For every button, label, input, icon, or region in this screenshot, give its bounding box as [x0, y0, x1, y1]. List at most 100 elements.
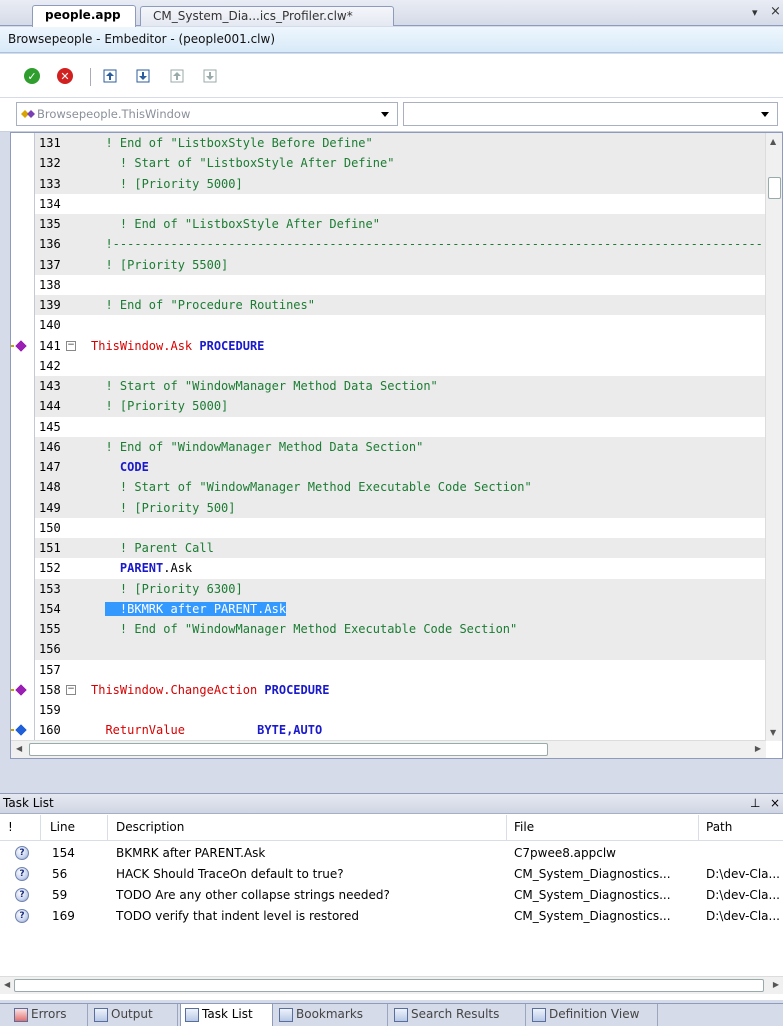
scroll-left-icon[interactable]: ◀ [16, 744, 22, 753]
code-text: ! [Priority 500] [91, 498, 766, 518]
task-row[interactable]: ? 56 HACK Should TraceOn default to true? C… [0, 864, 783, 885]
column-priority[interactable]: ! [8, 820, 13, 834]
scroll-down-icon[interactable]: ▼ [770, 728, 776, 737]
column-description[interactable]: Description [116, 820, 184, 834]
code-line[interactable]: 135 ! End of "ListboxStyle After Define" [11, 214, 766, 235]
code-line[interactable]: 136 !-----------------------------------… [11, 234, 766, 255]
scroll-right-icon[interactable]: ▶ [755, 744, 761, 753]
embed-point-marker-icon[interactable] [11, 683, 29, 697]
tab-output[interactable]: Output [90, 1004, 178, 1026]
task-line: 154 [52, 846, 75, 860]
filled-embed-marker-icon[interactable] [11, 723, 29, 737]
tab-profiler-clw[interactable]: CM_System_Dia...ics_Profiler.clw* [140, 6, 394, 26]
code-line[interactable]: 153 ! [Priority 6300] [11, 578, 766, 599]
panel-title-text: Task List [3, 796, 54, 810]
code-line[interactable]: 143 ! Start of "WindowManager Method Dat… [11, 376, 766, 397]
collapse-toggle-icon[interactable]: − [66, 684, 76, 695]
code-line[interactable]: 132 ! Start of "ListboxStyle After Defin… [11, 153, 766, 174]
task-description: HACK Should TraceOn default to true? [116, 867, 344, 881]
code-line[interactable]: 141− ThisWindow.Ask PROCEDURE [11, 336, 766, 356]
code-line[interactable]: 150 [11, 518, 766, 538]
code-line[interactable]: 145 [11, 417, 766, 437]
task-path: D:\dev-Cla... [706, 888, 780, 902]
next-embed-icon[interactable] [133, 66, 153, 86]
code-line[interactable]: 152 PARENT.Ask [11, 558, 766, 578]
code-text: ! [Priority 5000] [91, 174, 766, 194]
object-combo-value: Browsepeople.ThisWindow [37, 107, 191, 121]
code-token: ! End of "ListboxStyle Before Define" [91, 136, 373, 150]
code-line[interactable]: 131 ! End of "ListboxStyle Before Define… [11, 133, 766, 154]
task-line: 56 [52, 867, 68, 881]
task-list-icon [185, 1008, 199, 1022]
previous-filled-embed-icon[interactable] [167, 66, 187, 86]
code-line[interactable]: 160 ReturnValue BYTE,AUTO [11, 720, 766, 740]
ide-window: people.app CM_System_Dia...ics_Profiler.… [0, 0, 783, 1026]
code-line[interactable]: 140 [11, 315, 766, 335]
code-line[interactable]: 133 ! [Priority 5000] [11, 173, 766, 194]
column-path[interactable]: Path [706, 820, 732, 834]
errors-icon [14, 1008, 28, 1022]
code-editor[interactable]: 131 ! End of "ListboxStyle Before Define… [10, 132, 783, 759]
member-combo[interactable] [403, 102, 778, 126]
editor-vertical-scrollbar[interactable]: ▲ ▼ [765, 133, 782, 741]
task-horizontal-scroll-thumb[interactable] [14, 979, 764, 992]
tab-errors[interactable]: Errors [10, 1004, 88, 1026]
code-line[interactable]: 134 [11, 194, 766, 214]
embed-point-marker-icon[interactable] [11, 339, 29, 353]
code-line[interactable]: 147 CODE [11, 457, 766, 478]
previous-embed-icon[interactable] [100, 66, 120, 86]
code-line[interactable]: 151 ! Parent Call [11, 538, 766, 559]
tab-people-app[interactable]: people.app [32, 5, 136, 27]
code-text: CODE [91, 457, 766, 477]
collapse-toggle-icon[interactable]: − [66, 340, 76, 351]
code-line[interactable]: 139 ! End of "Procedure Routines" [11, 295, 766, 316]
code-line[interactable]: 159 [11, 700, 766, 720]
editor-horizontal-scrollbar[interactable]: ◀ ▶ [11, 740, 766, 758]
code-token: ! Start of "WindowManager Method Data Se… [91, 379, 438, 393]
tab-definition-view[interactable]: Definition View [528, 1004, 658, 1026]
tab-list-dropdown-icon[interactable]: ▾ [752, 6, 758, 19]
close-panel-icon[interactable]: × [770, 796, 780, 810]
task-row[interactable]: ? 59 TODO Are any other collapse strings n… [0, 885, 783, 906]
code-line[interactable]: 148 ! Start of "WindowManager Method Exe… [11, 477, 766, 498]
chevron-down-icon[interactable] [381, 112, 389, 117]
column-file[interactable]: File [514, 820, 534, 834]
scroll-right-icon[interactable]: ▶ [773, 980, 779, 989]
object-combo[interactable]: Browsepeople.ThisWindow [16, 102, 398, 126]
code-line[interactable]: 154 !BKMRK after PARENT.Ask [11, 598, 766, 619]
code-token: BYTE,AUTO [184, 723, 323, 738]
code-line[interactable]: 142 [11, 356, 766, 376]
line-number: 148 [39, 480, 61, 495]
code-line[interactable]: 138 [11, 275, 766, 295]
code-line[interactable]: 149 ! [Priority 500] [11, 497, 766, 518]
code-line[interactable]: 156 [11, 639, 766, 660]
code-line[interactable]: 158− ThisWindow.ChangeAction PROCEDURE [11, 680, 766, 700]
chevron-down-icon[interactable] [761, 112, 769, 117]
tab-task-list[interactable]: Task List [180, 1004, 273, 1026]
code-line[interactable]: 146 ! End of "WindowManager Method Data … [11, 436, 766, 457]
task-horizontal-scrollbar[interactable]: ◀ ▶ [0, 976, 783, 994]
code-text: ReturnValue BYTE,AUTO [91, 720, 766, 740]
code-line[interactable]: 144 ! [Priority 5000] [11, 396, 766, 417]
task-row[interactable]: ? 154 BKMRK after PARENT.Ask C7pwee8.appclw [0, 843, 783, 864]
code-line[interactable]: 155 ! End of "WindowManager Method Execu… [11, 619, 766, 640]
pin-icon[interactable]: ⊥ [750, 796, 760, 810]
column-line[interactable]: Line [50, 820, 75, 834]
horizontal-scroll-thumb[interactable] [29, 743, 548, 756]
code-line[interactable]: 137 ! [Priority 5500] [11, 254, 766, 275]
vertical-scroll-thumb[interactable] [768, 177, 781, 199]
code-token: ! [Priority 5000] [91, 176, 243, 191]
tab-search-results[interactable]: Search Results [390, 1004, 526, 1026]
next-filled-embed-icon[interactable] [200, 66, 220, 86]
scroll-left-icon[interactable]: ◀ [4, 980, 10, 989]
check-icon[interactable]: ✓ [22, 66, 42, 86]
close-document-icon[interactable]: × [770, 4, 781, 19]
tab-bookmarks[interactable]: Bookmarks [275, 1004, 388, 1026]
scroll-up-icon[interactable]: ▲ [770, 137, 776, 146]
task-file: C7pwee8.appclw [514, 846, 616, 860]
line-number: 160 [39, 723, 61, 738]
cancel-icon[interactable]: ✕ [55, 66, 75, 86]
task-row[interactable]: ? 169 TODO verify that indent level is res… [0, 906, 783, 927]
code-line[interactable]: 157 [11, 660, 766, 680]
